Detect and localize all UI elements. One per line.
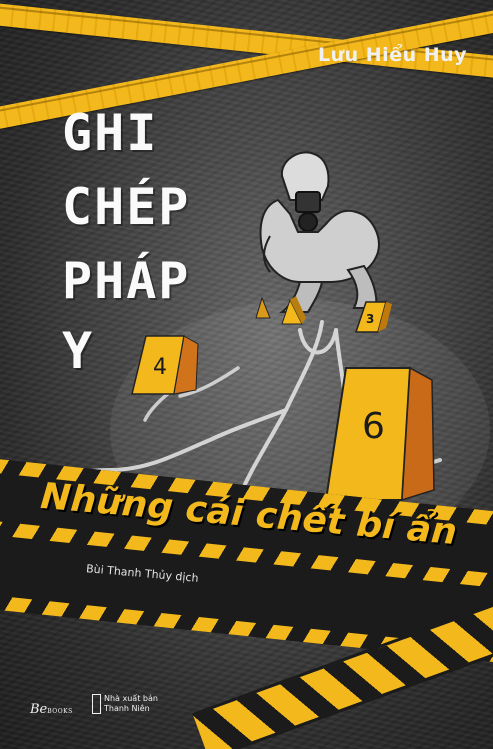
- publisher-logo-text: Be: [30, 702, 48, 717]
- book-cover: Lưu Hiểu Huy 3 4 6 GHI CHÉP PHÁP Y Những…: [0, 0, 493, 749]
- publisher-line-1: Nhà xuất bản: [104, 694, 158, 703]
- publisher-logo-small: BOOKS: [47, 708, 73, 715]
- marker-number-4: 4: [153, 355, 167, 380]
- subtitle-word-2: cái: [183, 488, 246, 535]
- forensic-photographer-figure: [259, 151, 380, 313]
- title-line-2: CHÉP: [62, 178, 191, 236]
- subtitle-word-4: bí ẩn: [354, 503, 459, 554]
- marker-number-6: 6: [362, 406, 385, 447]
- evidence-marker-6: 6: [324, 366, 435, 502]
- publisher-line-2: Thanh Niên: [104, 704, 150, 713]
- publisher-logo-thanh-nien: Nhà xuất bản Thanh Niên: [92, 694, 158, 714]
- publisher-logo-bebooks: BeBOOKS: [30, 702, 73, 717]
- title-line-3: PHÁP: [62, 252, 191, 310]
- title-line-1: GHI: [62, 104, 159, 162]
- marker-number-3: 3: [366, 312, 374, 326]
- evidence-marker-4: 4: [131, 335, 199, 395]
- subtitle-word-3: chết: [254, 494, 346, 544]
- title-line-4: Y: [62, 322, 95, 380]
- publisher-mark-icon: [92, 694, 101, 714]
